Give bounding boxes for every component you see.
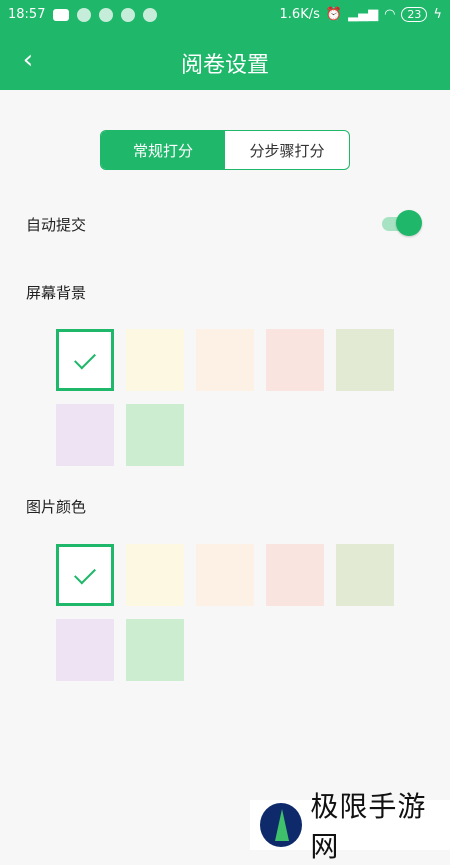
battery-icon: 23 <box>401 7 428 22</box>
status-left: 18:57 <box>8 7 158 22</box>
image-color-swatch-4[interactable] <box>266 544 324 606</box>
title-bar: ‹ 阅卷设置 <box>0 30 450 90</box>
image-color-swatch-3[interactable] <box>196 544 254 606</box>
screen-background-swatch-5[interactable] <box>336 329 394 391</box>
net-speed: 1.6K/s <box>279 7 320 22</box>
image-color-swatch-7[interactable] <box>126 619 184 681</box>
alarm-icon: ⏰ <box>325 7 343 22</box>
browser-icon <box>121 7 136 22</box>
screen-background-swatch-2[interactable] <box>126 329 184 391</box>
screen-background-label: 屏幕背景 <box>26 284 87 302</box>
auto-submit-label: 自动提交 <box>26 216 87 234</box>
image-color-swatch-5[interactable] <box>336 544 394 606</box>
page-title: 阅卷设置 <box>180 53 269 78</box>
qq-icon <box>77 7 92 22</box>
screen-background-swatch-7[interactable] <box>126 404 184 466</box>
toggle-knob <box>396 210 422 236</box>
site-logo-icon <box>260 803 303 847</box>
screen-background-swatch-6[interactable] <box>56 404 114 466</box>
tab-normal-scoring[interactable]: 常规打分 <box>101 131 225 169</box>
checkmark-icon <box>74 562 96 584</box>
charging-icon: ϟ <box>433 7 442 22</box>
status-time: 18:57 <box>8 7 46 22</box>
image-color-swatch-1[interactable] <box>56 544 114 606</box>
screen-background-swatch-3[interactable] <box>196 329 254 391</box>
status-bar: 18:57 1.6K/s ⏰ ▂▄▆ ◠ 23 ϟ <box>0 0 450 30</box>
watermark: 极限手游网 <box>250 790 450 863</box>
image-color-swatch-6[interactable] <box>56 619 114 681</box>
screen-background-swatch-1[interactable] <box>56 329 114 391</box>
notification-dot-icon-2 <box>143 7 158 22</box>
notification-dot-icon <box>99 7 114 22</box>
wifi-icon: ◠ <box>384 7 396 22</box>
signal-icon: ▂▄▆ <box>348 7 379 22</box>
screen-background-swatch-4[interactable] <box>266 329 324 391</box>
auto-submit-toggle[interactable] <box>382 210 422 236</box>
image-color-swatch-2[interactable] <box>126 544 184 606</box>
message-icon <box>53 8 70 21</box>
tab-step-scoring[interactable]: 分步骤打分 <box>225 131 349 169</box>
scoring-mode-tabs: 常规打分 分步骤打分 <box>100 130 350 170</box>
checkmark-icon <box>74 347 96 369</box>
image-color-label: 图片颜色 <box>26 498 87 516</box>
status-right: 1.6K/s ⏰ ▂▄▆ ◠ 23 ϟ <box>280 7 442 22</box>
watermark-text: 极限手游网 <box>310 790 427 863</box>
